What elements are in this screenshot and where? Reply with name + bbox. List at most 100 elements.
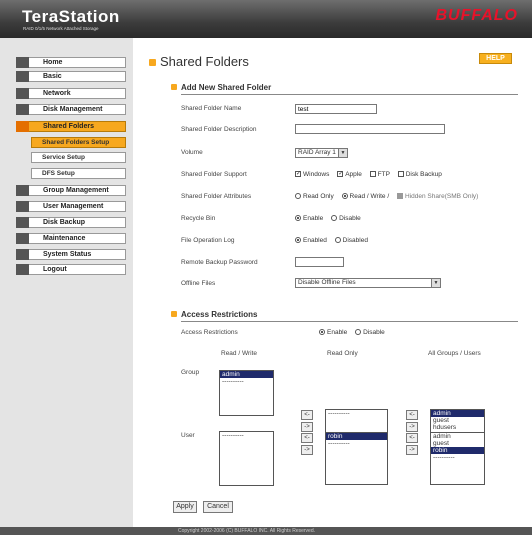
divider — [181, 321, 518, 322]
list-item[interactable]: guest — [431, 417, 484, 424]
logout-icon — [16, 264, 29, 275]
read-write-radio[interactable] — [341, 193, 348, 200]
folder-icon — [16, 121, 29, 132]
folder-attributes-options: Read Only Read / Write / Hidden Share(SM… — [295, 193, 478, 200]
apply-button[interactable]: Apply — [173, 501, 197, 513]
sidebar-item-logout[interactable]: Logout — [16, 264, 126, 275]
volume-select[interactable]: RAID Array 1 ▼ — [295, 148, 348, 158]
access-restrictions-label: Access Restrictions — [181, 329, 238, 336]
disk-backup-label: Disk Backup — [405, 171, 442, 178]
help-button[interactable]: HELP — [479, 53, 512, 64]
chevron-down-icon: ▼ — [431, 279, 440, 287]
user-read-only-list[interactable]: robin ---------- — [325, 432, 388, 485]
list-item[interactable]: admin — [431, 410, 484, 417]
file-operation-log-options: Enabled Disabled — [295, 237, 374, 244]
col-read-only-header: Read Only — [327, 350, 358, 357]
group-icon — [16, 185, 29, 196]
remote-backup-password-input[interactable] — [295, 257, 344, 267]
list-item[interactable]: robin — [326, 433, 387, 440]
sidebar-item-label: Disk Management — [43, 106, 103, 113]
group-move-left-button[interactable]: <- — [301, 410, 313, 420]
list-item[interactable]: ---------- — [431, 454, 484, 461]
folder-description-input[interactable] — [295, 124, 445, 134]
list-item[interactable]: admin — [431, 433, 484, 440]
sidebar-item-shared-folders[interactable]: Shared Folders — [16, 121, 126, 132]
section-access-title-text: Access Restrictions — [181, 310, 258, 319]
recycle-enable-radio[interactable] — [295, 215, 301, 222]
folder-support-label: Shared Folder Support — [181, 171, 247, 178]
list-item[interactable]: ---------- — [326, 410, 387, 417]
sidebar-item-user-management[interactable]: User Management — [16, 201, 126, 212]
oplog-enabled-radio[interactable] — [295, 237, 301, 244]
sidebar-item-label: System Status — [43, 251, 92, 258]
group-all-move-right-button[interactable]: -> — [406, 422, 418, 432]
list-item[interactable]: ---------- — [326, 440, 387, 447]
cancel-button[interactable]: Cancel — [203, 501, 233, 513]
group-read-write-list[interactable]: admin ---------- — [219, 370, 274, 416]
folder-description-label: Shared Folder Description — [181, 126, 257, 133]
user-all-move-left-button[interactable]: <- — [406, 433, 418, 443]
read-only-radio[interactable] — [295, 193, 301, 200]
sidebar-item-label: User Management — [43, 203, 104, 210]
disk-backup-checkbox[interactable] — [397, 171, 404, 178]
list-item[interactable]: ---------- — [220, 432, 273, 439]
bullet-icon — [171, 84, 177, 90]
status-icon — [16, 249, 29, 260]
sidebar-item-group-management[interactable]: Group Management — [16, 185, 126, 196]
basic-icon — [16, 71, 29, 82]
sidebar-item-network[interactable]: Network — [16, 88, 126, 99]
product-subtitle: RAID 0/1/5 Network Attached Storage — [23, 26, 99, 31]
access-enable-radio[interactable] — [319, 329, 325, 336]
folder-attributes-label: Shared Folder Attributes — [181, 193, 252, 200]
sidebar-item-system-status[interactable]: System Status — [16, 249, 126, 260]
product-logo: TeraStation — [22, 7, 120, 26]
sidebar-item-disk-backup[interactable]: Disk Backup — [16, 217, 126, 228]
sidebar-subitem-dfs-setup[interactable]: DFS Setup — [31, 168, 126, 179]
windows-checkbox[interactable]: ✓ — [295, 171, 301, 178]
list-item[interactable]: guest — [431, 440, 484, 447]
chevron-down-icon: ▼ — [338, 149, 347, 157]
sidebar-item-basic[interactable]: Basic — [16, 71, 126, 82]
footer: Copyright 2002-2006 (C) BUFFALO INC. All… — [0, 527, 532, 535]
user-move-left-button[interactable]: <- — [301, 433, 313, 443]
list-item[interactable]: admin — [220, 371, 273, 378]
section-access-title: Access Restrictions — [171, 310, 257, 319]
sidebar-subitem-shared-folders-setup[interactable]: Shared Folders Setup — [31, 137, 126, 148]
sidebar-item-label: Group Management — [43, 187, 109, 194]
sidebar-item-label: Home — [43, 59, 63, 66]
oplog-disabled-label: Disabled — [342, 237, 368, 244]
network-icon — [16, 88, 29, 99]
group-move-right-button[interactable]: -> — [301, 422, 313, 432]
list-item[interactable]: hdusers — [431, 424, 484, 431]
sidebar-item-home[interactable]: Home — [16, 57, 126, 68]
group-label: Group — [181, 369, 200, 376]
sidebar-item-label: Network — [43, 90, 71, 97]
divider — [181, 94, 518, 95]
access-disable-radio[interactable] — [355, 329, 362, 336]
folder-support-options: ✓ Windows ✓ Apple FTP Disk Backup — [295, 171, 448, 178]
sidebar-item-maintenance[interactable]: Maintenance — [16, 233, 126, 244]
backup-icon — [16, 217, 29, 228]
recycle-disable-radio[interactable] — [331, 215, 338, 222]
offline-files-select[interactable]: Disable Offline Files ▼ — [295, 278, 441, 288]
apple-checkbox[interactable]: ✓ — [337, 171, 343, 178]
list-item[interactable]: ---------- — [220, 378, 273, 385]
sidebar-item-label: Basic — [43, 73, 62, 80]
recycle-bin-label: Recycle Bin — [181, 215, 216, 222]
sidebar-item-disk-management[interactable]: Disk Management — [16, 104, 126, 115]
user-all-list[interactable]: admin guest robin ---------- — [430, 432, 485, 485]
access-disable-label: Disable — [363, 329, 385, 336]
user-move-right-button[interactable]: -> — [301, 445, 313, 455]
oplog-disabled-radio[interactable] — [334, 237, 341, 244]
ftp-checkbox[interactable] — [369, 171, 376, 178]
ftp-label: FTP — [377, 171, 390, 178]
user-all-move-right-button[interactable]: -> — [406, 445, 418, 455]
list-item[interactable]: robin — [431, 447, 484, 454]
folder-name-input[interactable] — [295, 104, 377, 114]
group-all-move-left-button[interactable]: <- — [406, 410, 418, 420]
oplog-enabled-label: Enabled — [303, 237, 327, 244]
user-read-write-list[interactable]: ---------- — [219, 431, 274, 486]
access-enable-label: Enable — [327, 329, 348, 336]
sidebar-subitem-service-setup[interactable]: Service Setup — [31, 152, 126, 163]
access-restrictions-options: Enable Disable — [319, 329, 391, 336]
